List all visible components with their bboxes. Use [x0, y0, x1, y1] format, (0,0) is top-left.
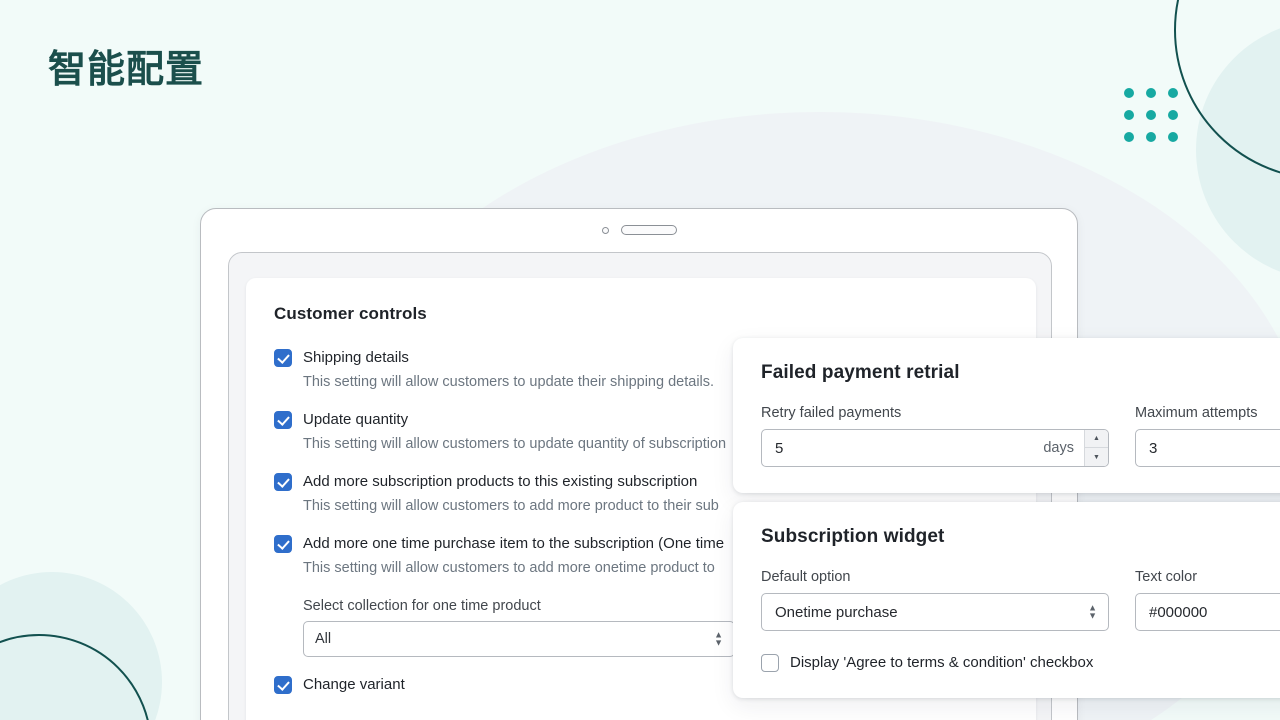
collection-select-value: All — [315, 631, 332, 647]
retry-failed-payments-input[interactable]: 5 days ▲ ▼ — [761, 429, 1109, 467]
checkbox-label-shipping-details: Shipping details — [303, 349, 409, 366]
top-right-teal-disc — [1196, 20, 1280, 280]
chevron-updown-icon: ▲ ▼ — [1088, 602, 1097, 621]
checkbox-shipping-details[interactable] — [274, 349, 292, 367]
default-option-group: Default option Onetime purchase ▲ ▼ — [761, 569, 1109, 631]
collection-select[interactable]: All ▲ ▼ — [303, 621, 735, 657]
checkbox-display-terms[interactable] — [761, 654, 779, 672]
checkbox-add-onetime-purchase[interactable] — [274, 535, 292, 553]
subscription-widget-title: Subscription widget — [761, 526, 945, 547]
dot-grid-icon — [1124, 88, 1178, 142]
text-color-input[interactable]: #000000 — [1135, 593, 1280, 631]
text-color-label: Text color — [1135, 569, 1198, 585]
top-right-teal-ring — [1174, 0, 1280, 180]
terms-checkbox-row: Display 'Agree to terms & condition' che… — [761, 653, 1280, 672]
maximum-attempts-value: 3 — [1149, 439, 1158, 457]
checkbox-add-subscription-products[interactable] — [274, 473, 292, 491]
default-option-label: Default option — [761, 569, 851, 585]
checkbox-label-add-onetime-purchase: Add more one time purchase item to the s… — [303, 535, 725, 552]
text-color-value: #000000 — [1149, 603, 1208, 621]
default-option-value: Onetime purchase — [775, 603, 898, 621]
chevron-updown-icon: ▲ ▼ — [714, 629, 723, 648]
checkbox-label-add-subscription-products: Add more subscription products to this e… — [303, 473, 698, 490]
settings-overlay: Failed payment retrial Retry failed paym… — [733, 338, 1280, 698]
checkbox-label-change-variant: Change variant — [303, 676, 405, 693]
page-title: 智能配置 — [48, 47, 205, 91]
text-color-group: Text color #000000 — [1135, 569, 1280, 631]
retry-failed-payments-suffix: days — [1043, 440, 1074, 456]
device-bezel — [201, 209, 1077, 251]
customer-controls-title: Customer controls — [274, 304, 427, 323]
retry-failed-payments-label: Retry failed payments — [761, 405, 902, 421]
checkbox-change-variant[interactable] — [274, 676, 292, 694]
bottom-left-teal-ring — [0, 634, 152, 720]
failed-payment-retrial-title: Failed payment retrial — [761, 362, 960, 383]
default-option-select[interactable]: Onetime purchase ▲ ▼ — [761, 593, 1109, 631]
bottom-left-teal-disc — [0, 572, 162, 720]
checkbox-label-update-quantity: Update quantity — [303, 411, 409, 428]
speaker-pill-icon — [620, 225, 677, 235]
subscription-widget-card: Subscription widget Default option Oneti… — [733, 502, 1280, 698]
maximum-attempts-group: Maximum attempts 3 — [1135, 405, 1280, 467]
maximum-attempts-label: Maximum attempts — [1135, 405, 1258, 421]
retry-stepper[interactable]: ▲ ▼ — [1084, 430, 1108, 466]
checkbox-label-display-terms: Display 'Agree to terms & condition' che… — [790, 654, 1094, 671]
camera-dot-icon — [601, 226, 609, 234]
caret-down-icon[interactable]: ▼ — [1085, 448, 1108, 466]
caret-up-icon[interactable]: ▲ — [1085, 430, 1108, 448]
retry-failed-payments-value: 5 — [775, 439, 784, 457]
failed-payment-retrial-card: Failed payment retrial Retry failed paym… — [733, 338, 1280, 493]
maximum-attempts-input[interactable]: 3 — [1135, 429, 1280, 467]
retry-failed-payments-group: Retry failed payments 5 days ▲ ▼ — [761, 405, 1109, 467]
checkbox-update-quantity[interactable] — [274, 411, 292, 429]
